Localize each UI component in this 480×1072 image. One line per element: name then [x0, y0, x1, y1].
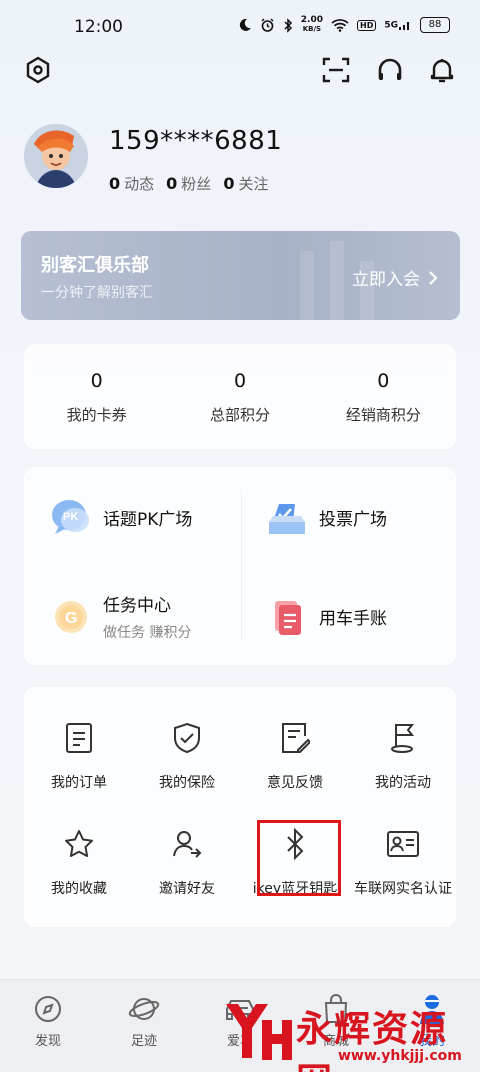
alarm-icon [261, 18, 274, 32]
scan-icon[interactable] [320, 54, 352, 86]
top-bar [0, 52, 480, 92]
grid-my-activities[interactable]: 我的活动 [349, 718, 457, 792]
dealer-points[interactable]: 0 经销商积分 [312, 345, 455, 448]
signal-icon [399, 22, 409, 30]
order-icon [25, 718, 133, 758]
user-phone: 159****6881 [109, 126, 283, 156]
flag-icon [349, 718, 457, 758]
tab-discover[interactable]: 发现 [0, 992, 96, 1049]
status-time: 12:00 [74, 17, 123, 37]
bluetooth-status-icon [284, 17, 292, 33]
svg-text:G: G [65, 610, 77, 627]
feature-task-center[interactable]: G 任务中心 做任务 赚积分 [25, 567, 241, 666]
club-banner[interactable]: 别客汇俱乐部 一分钟了解别客汇 立即入会 [21, 231, 460, 320]
club-title: 别客汇俱乐部 [41, 255, 149, 276]
avatar[interactable] [24, 124, 88, 188]
net-speed: 2.00 KB/S [300, 15, 323, 34]
id-card-icon [349, 824, 457, 864]
grid-telematics-verification[interactable]: 车联网实名认证 [349, 824, 457, 898]
star-icon [25, 824, 133, 864]
hq-points[interactable]: 0 总部积分 [168, 345, 311, 448]
profile-stats: 0 动态 0 粉丝 0 关注 [109, 173, 268, 194]
5g-signal: 5G [384, 19, 412, 31]
invite-user-icon [133, 824, 241, 864]
stat-posts[interactable]: 0 动态 [109, 173, 154, 194]
feedback-edit-icon [241, 718, 349, 758]
grid-my-favorites[interactable]: 我的收藏 [25, 824, 133, 898]
tab-footprint[interactable]: 足迹 [96, 992, 192, 1049]
settings-hex-icon[interactable] [22, 54, 54, 86]
bell-icon[interactable] [426, 54, 458, 86]
wifi-icon [331, 19, 349, 32]
hd-badge: HD [357, 19, 377, 31]
status-icons: 2.00 KB/S HD 5G 88 [238, 16, 450, 34]
feature-topic-pk[interactable]: PK 话题PK广场 [25, 468, 241, 567]
chevron-right-icon [429, 270, 438, 285]
stat-followers[interactable]: 0 粉丝 [166, 173, 211, 194]
watermark-overlay: 永辉资源网 www.yhkjjj.com [218, 996, 480, 1072]
svg-text:PK: PK [63, 511, 78, 523]
coin-icon: G [49, 595, 93, 639]
yh-logo-icon [226, 1004, 292, 1060]
my-coupons[interactable]: 0 我的卡券 [25, 345, 168, 448]
shield-check-icon [133, 718, 241, 758]
compass-icon [0, 992, 96, 1026]
planet-icon [96, 992, 192, 1026]
pk-bubble-icon: PK [49, 496, 93, 540]
join-club-button[interactable]: 立即入会 [352, 265, 438, 290]
profile-header: 159****6881 0 动态 0 粉丝 0 关注 [24, 120, 464, 200]
headset-icon[interactable] [374, 54, 406, 86]
grid-feedback[interactable]: 意见反馈 [241, 718, 349, 792]
battery-indicator: 88 [420, 17, 450, 33]
grid-invite-friends[interactable]: 邀请好友 [133, 824, 241, 898]
points-card: 0 我的卡券 0 总部积分 0 经销商积分 [24, 344, 456, 449]
club-subtitle: 一分钟了解别客汇 [41, 285, 153, 301]
features-card: PK 话题PK广场 投票广场 G 任务中心 做任务 赚积分 用车手账 [24, 467, 456, 665]
status-bar: 12:00 2.00 KB/S HD 5G 88 [0, 0, 480, 52]
feature-car-notebook[interactable]: 用车手账 [241, 567, 457, 666]
moon-icon [239, 18, 251, 31]
grid-my-orders[interactable]: 我的订单 [25, 718, 133, 792]
services-grid: 我的订单 我的保险 意见反馈 我的活动 我的收藏 邀请好友 ikey蓝牙钥匙 车… [24, 687, 456, 927]
grid-my-insurance[interactable]: 我的保险 [133, 718, 241, 792]
highlight-annotation-box [257, 820, 341, 896]
feature-vote[interactable]: 投票广场 [241, 468, 457, 567]
watermark-url: www.yhkjjj.com [338, 1048, 462, 1064]
vote-box-icon [265, 496, 309, 540]
notebook-icon [265, 595, 309, 639]
stat-following[interactable]: 0 关注 [223, 173, 268, 194]
